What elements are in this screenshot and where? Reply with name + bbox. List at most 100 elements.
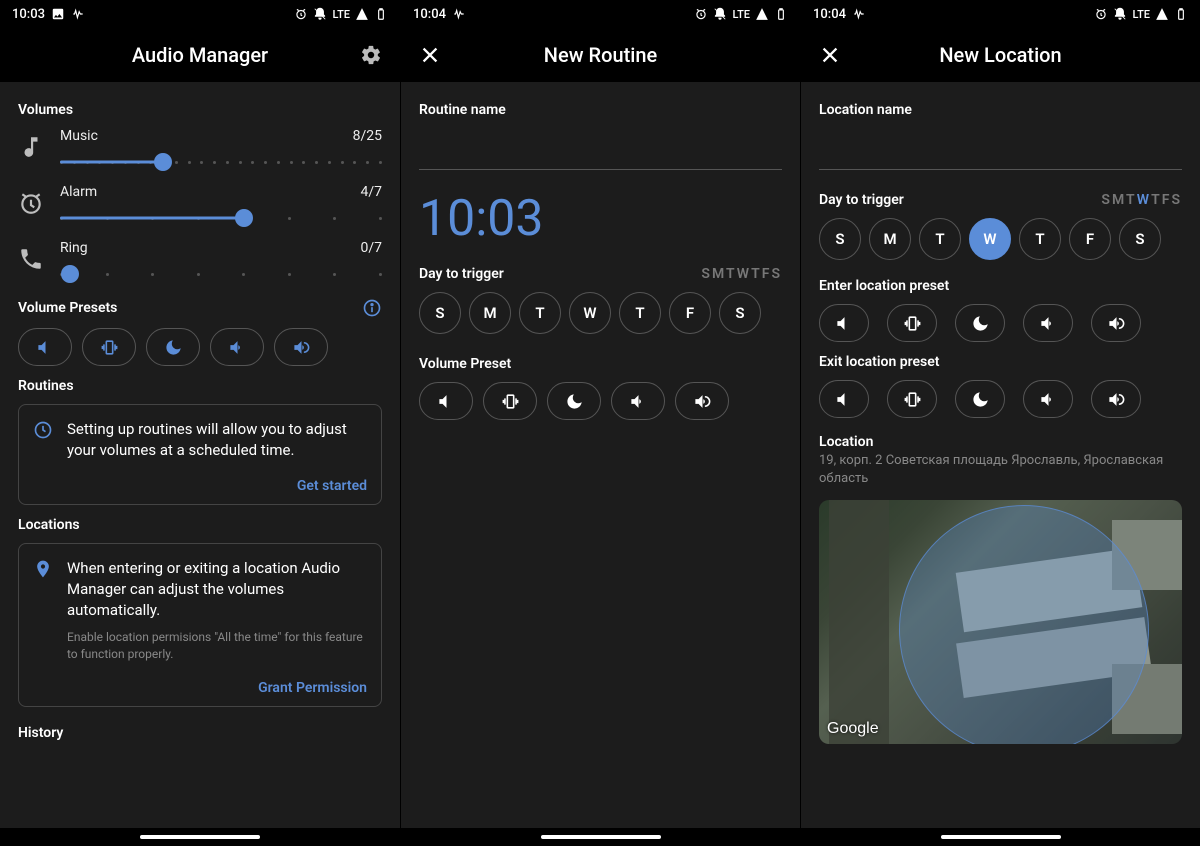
exit-preset-loud[interactable] — [1091, 380, 1141, 418]
history-heading: History — [18, 725, 382, 741]
app-title: New Routine — [544, 43, 657, 67]
alarm-icon — [294, 7, 308, 21]
day-mon[interactable]: M — [869, 218, 911, 260]
day-fri[interactable]: F — [669, 292, 711, 334]
day-tue[interactable]: T — [519, 292, 561, 334]
info-button[interactable] — [362, 298, 382, 318]
presets-heading: Volume Presets — [18, 300, 117, 316]
preset-night[interactable] — [547, 382, 601, 420]
day-thu[interactable]: T — [1019, 218, 1061, 260]
lte-label: LTE — [332, 8, 350, 21]
preset-low[interactable] — [210, 328, 264, 366]
close-button[interactable] — [415, 40, 445, 70]
preset-night[interactable] — [146, 328, 200, 366]
routine-name-input[interactable] — [419, 136, 782, 170]
location-address: 19, корп. 2 Советская площадь Ярославль,… — [819, 452, 1182, 488]
close-button[interactable] — [815, 40, 845, 70]
alarm-value: 4/7 — [360, 184, 382, 200]
day-letters: SMTWTFS — [701, 266, 782, 282]
lte-label: LTE — [1132, 8, 1150, 21]
settings-button[interactable] — [356, 40, 386, 70]
signal-icon — [355, 7, 369, 21]
nav-bar — [0, 828, 400, 846]
day-sat[interactable]: S — [719, 292, 761, 334]
preset-mute[interactable] — [419, 382, 473, 420]
exit-preset-low[interactable] — [1023, 380, 1073, 418]
phone-icon — [18, 246, 44, 272]
nav-bar — [801, 828, 1200, 846]
location-heading: Location — [819, 434, 1182, 450]
routine-time[interactable]: 10:03 — [419, 190, 782, 248]
status-bar: 10:04 LTE — [801, 0, 1200, 28]
locations-card-sub: Enable location permisions "All the time… — [67, 629, 367, 663]
preset-low[interactable] — [611, 382, 665, 420]
exit-preset-night[interactable] — [955, 380, 1005, 418]
day-thu[interactable]: T — [619, 292, 661, 334]
audio-wave-icon — [852, 7, 866, 21]
day-sat[interactable]: S — [1119, 218, 1161, 260]
exit-preset-label: Exit location preset — [819, 354, 1182, 370]
day-mon[interactable]: M — [469, 292, 511, 334]
preset-vibrate[interactable] — [82, 328, 136, 366]
location-map[interactable]: Google — [819, 500, 1182, 744]
ring-value: 0/7 — [360, 240, 382, 256]
volume-preset-label: Volume Preset — [419, 356, 782, 372]
day-wed[interactable]: W — [569, 292, 611, 334]
alarm-slider[interactable] — [60, 206, 382, 230]
image-icon — [51, 7, 65, 21]
location-name-label: Location name — [819, 102, 1182, 118]
screen-audio-manager: 10:03 LTE Audio Manager Volumes Music — [0, 0, 400, 846]
signal-icon — [755, 7, 769, 21]
preset-vibrate[interactable] — [483, 382, 537, 420]
app-bar: Audio Manager — [0, 28, 400, 82]
enter-preset-loud[interactable] — [1091, 304, 1141, 342]
volume-row-alarm: Alarm 4/7 — [18, 184, 382, 230]
location-pin-icon — [33, 559, 53, 579]
ring-slider[interactable] — [60, 262, 382, 286]
enter-preset-low[interactable] — [1023, 304, 1073, 342]
day-tue[interactable]: T — [919, 218, 961, 260]
music-slider[interactable] — [60, 150, 382, 174]
battery-icon — [774, 7, 788, 21]
locations-card-text: When entering or exiting a location Audi… — [67, 558, 367, 621]
locations-heading: Locations — [18, 517, 382, 533]
app-title: Audio Manager — [132, 43, 268, 67]
enter-preset-night[interactable] — [955, 304, 1005, 342]
status-bar: 10:04 LTE — [401, 0, 800, 28]
lte-label: LTE — [732, 8, 750, 21]
preset-loud[interactable] — [274, 328, 328, 366]
grant-permission-button[interactable]: Grant Permission — [258, 680, 367, 696]
exit-preset-mute[interactable] — [819, 380, 869, 418]
day-fri[interactable]: F — [1069, 218, 1111, 260]
status-time: 10:04 — [813, 7, 846, 22]
audio-wave-icon — [452, 7, 466, 21]
signal-icon — [1155, 7, 1169, 21]
day-sun[interactable]: S — [419, 292, 461, 334]
bell-off-icon — [313, 7, 327, 21]
audio-wave-icon — [71, 7, 85, 21]
exit-preset-vibrate[interactable] — [887, 380, 937, 418]
music-icon — [18, 134, 44, 160]
location-name-input[interactable] — [819, 136, 1182, 170]
google-logo: Google — [827, 720, 879, 738]
screen-new-location: 10:04 LTE New Location Location name Day… — [800, 0, 1200, 846]
ring-label: Ring — [60, 240, 88, 256]
preset-loud[interactable] — [675, 382, 729, 420]
music-value: 8/25 — [353, 128, 382, 144]
battery-icon — [1174, 7, 1188, 21]
preset-mute[interactable] — [18, 328, 72, 366]
enter-preset-vibrate[interactable] — [887, 304, 937, 342]
geofence-circle — [899, 505, 1149, 744]
volume-row-ring: Ring 0/7 — [18, 240, 382, 286]
day-sun[interactable]: S — [819, 218, 861, 260]
status-time: 10:04 — [413, 7, 446, 22]
alarm-label: Alarm — [60, 184, 97, 200]
enter-preset-label: Enter location preset — [819, 278, 1182, 294]
enter-preset-mute[interactable] — [819, 304, 869, 342]
app-bar: New Location — [801, 28, 1200, 82]
day-wed[interactable]: W — [969, 218, 1011, 260]
app-bar: New Routine — [401, 28, 800, 82]
screen-new-routine: 10:04 LTE New Routine Routine name 10:03… — [400, 0, 800, 846]
bell-off-icon — [713, 7, 727, 21]
get-started-button[interactable]: Get started — [297, 478, 367, 494]
